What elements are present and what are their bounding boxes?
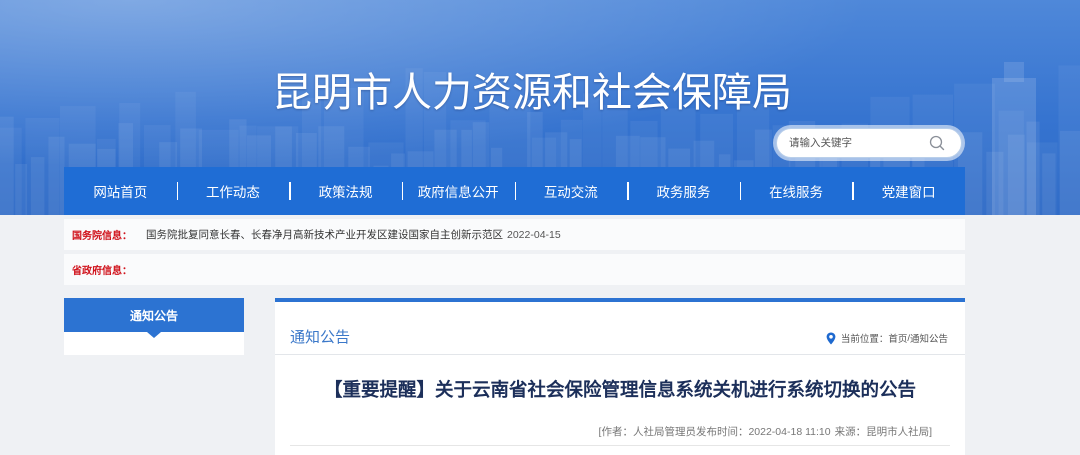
info-label: 省政府信息：: [72, 266, 132, 277]
search-icon[interactable]: [929, 135, 945, 151]
location-pin-icon: [826, 332, 836, 345]
nav-item-policies[interactable]: 政策法规: [289, 167, 402, 215]
article-meta: [ 作者： 人社局管理员 发布时间： 2022-04-18 11:10 来源： …: [599, 425, 932, 439]
section-title: 通知公告: [290, 329, 351, 346]
site-title: 昆明市人力资源和社会保障局: [272, 71, 792, 115]
skyline-tower: [992, 78, 1036, 215]
skyline-building: [0, 116, 14, 215]
info-row-state-council: 国务院信息： 国务院批复同意长春、长春净月高新技术产业开发区建设国家自主创新示范…: [64, 219, 965, 250]
breadcrumb: 当前位置： 首页 / 通知公告: [826, 331, 948, 345]
nav-item-work-news[interactable]: 工作动态: [176, 167, 290, 215]
meta-time-label: 发布时间：: [695, 426, 749, 438]
skyline-tower: [1004, 62, 1024, 82]
content-panel: 通知公告 当前位置： 首页 / 通知公告 【重要提醒】关于云南省社会保险管理信息…: [275, 298, 965, 455]
meta-publish-time: 2022-04-18 11:10: [748, 426, 831, 438]
skyline-building: [15, 164, 28, 215]
skyline-building: [48, 136, 65, 215]
meta-source: 昆明市人社局: [866, 426, 930, 438]
search-box: [776, 128, 962, 158]
nav-item-online-services[interactable]: 在线服务: [739, 167, 853, 215]
search-input[interactable]: [789, 129, 929, 157]
nav-item-party-building[interactable]: 党建窗口: [852, 167, 965, 215]
nav-item-interaction[interactable]: 互动交流: [514, 167, 628, 215]
info-panel: 国务院信息： 国务院批复同意长春、长春净月高新技术产业开发区建设国家自主创新示范…: [64, 219, 965, 285]
skyline-building: [1059, 130, 1080, 215]
info-link[interactable]: 国务院批复同意长春、长春净月高新技术产业开发区建设国家自主创新示范区: [146, 227, 503, 242]
breadcrumb-home-link[interactable]: 首页: [888, 331, 907, 345]
meta-source-label: 来源：: [834, 426, 867, 438]
skyline-building: [30, 157, 45, 215]
meta-author: 人社局管理员: [632, 426, 696, 438]
sidebar: 通知公告: [64, 298, 244, 355]
sidebar-title[interactable]: 通知公告: [64, 298, 244, 332]
breadcrumb-label: 当前位置：: [840, 334, 889, 345]
nav-item-home[interactable]: 网站首页: [64, 167, 177, 215]
info-row-provincial-gov: 省政府信息：: [64, 254, 965, 285]
sidebar-pointer: [147, 332, 161, 338]
meta-author-label: 作者：: [601, 426, 633, 438]
info-date: 2022-04-15: [507, 228, 561, 241]
article-title: 【重要提醒】关于云南省社会保险管理信息系统关机进行系统切换的公告: [323, 379, 916, 400]
meta-close-bracket: ]: [929, 426, 932, 438]
section-header: 通知公告 当前位置： 首页 / 通知公告: [275, 302, 965, 355]
info-label: 国务院信息：: [72, 231, 132, 242]
meta-divider: [290, 445, 950, 446]
skyline-building: [1042, 153, 1056, 215]
breadcrumb-current-link[interactable]: 通知公告: [910, 331, 948, 345]
main-nav: 网站首页 工作动态 政策法规 政府信息公开 互动交流 政务服务 在线服务 党建窗…: [64, 167, 965, 215]
nav-item-gov-info-disclosure[interactable]: 政府信息公开: [401, 167, 515, 215]
nav-item-gov-services[interactable]: 政务服务: [627, 167, 740, 215]
